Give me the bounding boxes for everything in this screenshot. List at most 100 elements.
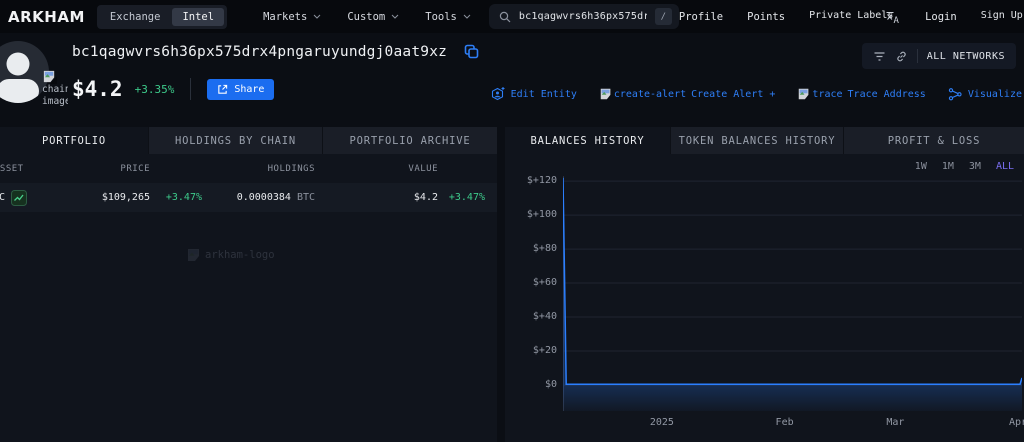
- exchange-toggle-button[interactable]: Exchange: [100, 8, 171, 26]
- nav-right-links: Profile Points Private Labels A Login Si…: [679, 9, 1023, 24]
- x-axis-tick-label: Apr: [1009, 417, 1024, 428]
- custom-menu[interactable]: Custom: [347, 11, 399, 23]
- private-labels-link[interactable]: Private Labels: [809, 10, 893, 23]
- nav-menus: Markets Custom Tools: [263, 11, 471, 23]
- translate-icon[interactable]: A: [885, 9, 901, 24]
- x-axis-tick-label: Feb: [775, 417, 794, 428]
- asset-price-change: +3.47%: [165, 192, 202, 203]
- column-header-value[interactable]: VALUE: [315, 164, 438, 174]
- column-header-holdings[interactable]: HOLDINGS: [150, 164, 315, 174]
- trace-address-label: Trace Address: [847, 88, 926, 100]
- y-axis-tick-label: $+80: [532, 243, 557, 255]
- address-header: chain image bc1qagwvrs6h36px575drx4pngar…: [0, 33, 1024, 127]
- edit-entity-label: Edit Entity: [510, 88, 577, 100]
- chevron-down-icon: [313, 14, 321, 19]
- signup-link[interactable]: Sign Up: [981, 10, 1023, 23]
- tools-menu[interactable]: Tools: [425, 11, 471, 23]
- range-1w[interactable]: 1W: [915, 161, 927, 172]
- intel-toggle-button[interactable]: Intel: [172, 7, 225, 26]
- copy-address-button[interactable]: [463, 43, 480, 60]
- chart-x-axis: 2025 Feb Mar Apr: [563, 417, 1024, 433]
- entity-actions: Edit Entity create-alert Create Alert +: [490, 86, 1022, 102]
- markets-menu[interactable]: Markets: [263, 11, 321, 23]
- share-icon: [218, 84, 228, 94]
- exchange-intel-toggle: Exchange Intel: [96, 4, 228, 29]
- y-axis-tick-label: $+100: [526, 209, 557, 221]
- tab-profit-and-loss[interactable]: PROFIT & LOSS: [843, 127, 1024, 154]
- divider: [190, 78, 192, 100]
- chart-plot-area[interactable]: 2025 Feb Mar Apr: [563, 176, 1024, 438]
- trace-icon-alt-text: trace: [812, 88, 843, 100]
- watermark-alt-text: arkham-logo: [205, 249, 275, 261]
- edit-entity-button[interactable]: Edit Entity: [490, 86, 577, 102]
- tools-menu-label: Tools: [425, 10, 457, 23]
- tab-holdings-by-chain[interactable]: HOLDINGS BY CHAIN: [148, 127, 322, 154]
- top-navbar: ARKHAM Exchange Intel Markets Custom Too…: [0, 0, 1024, 33]
- create-alert-button[interactable]: create-alert Create Alert +: [599, 87, 776, 101]
- divider: [916, 49, 918, 63]
- points-link[interactable]: Points: [747, 11, 785, 23]
- broken-image-icon: [799, 88, 812, 101]
- arkham-watermark: arkham-logo: [186, 247, 275, 263]
- time-range-selector: 1W 1M 3M ALL: [505, 154, 1024, 174]
- balances-chart[interactable]: $0 $+20 $+40 $+60 $+80 $+100 $+120 2025 Feb Mar A…: [505, 176, 1024, 438]
- price-chart-icon[interactable]: [11, 189, 28, 206]
- asset-value-change: +3.47%: [448, 192, 485, 203]
- tab-token-balances-history[interactable]: TOKEN BALANCES HISTORY: [670, 127, 843, 154]
- address-title: bc1qagwvrs6h36px575drx4pngaruyundgj0aat9…: [72, 43, 448, 60]
- search-shortcut-badge: /: [654, 8, 672, 25]
- column-header-price[interactable]: PRICE: [34, 164, 150, 174]
- networks-label: ALL NETWORKS: [926, 50, 1005, 62]
- search-icon: [499, 11, 511, 22]
- y-axis-tick-label: $+60: [532, 277, 557, 289]
- visualize-button[interactable]: Visualize: [948, 87, 1022, 102]
- range-3m[interactable]: 3M: [969, 161, 981, 172]
- global-search-bar[interactable]: /: [488, 4, 679, 29]
- create-alert-icon-alt-text: create-alert: [613, 88, 687, 100]
- chevron-down-icon: [463, 14, 471, 19]
- y-axis-tick-label: $+40: [532, 311, 557, 323]
- profile-link[interactable]: Profile: [679, 11, 723, 23]
- tab-portfolio[interactable]: PORTFOLIO: [0, 127, 148, 154]
- trace-address-button[interactable]: trace Trace Address: [797, 87, 926, 101]
- visualize-graph-icon: [948, 87, 962, 100]
- chevron-down-icon: [391, 14, 399, 19]
- balances-history-panel: BALANCES HISTORY TOKEN BALANCES HISTORY …: [505, 127, 1024, 442]
- y-axis-tick-label: $0: [544, 379, 557, 390]
- x-axis-tick-label: Mar: [886, 417, 905, 428]
- range-all[interactable]: ALL: [996, 161, 1014, 172]
- column-header-asset[interactable]: ASSET: [0, 164, 34, 174]
- table-row[interactable]: BTC $109,265 +3.47% 0.0000384 BTC $4.2 +…: [0, 183, 497, 212]
- balance-usd: $4.2: [72, 77, 123, 101]
- search-input[interactable]: [518, 11, 647, 22]
- all-networks-selector[interactable]: ALL NETWORKS: [861, 43, 1016, 69]
- x-axis-tick-label: 2025: [649, 417, 674, 428]
- custom-menu-label: Custom: [347, 10, 386, 23]
- asset-price: $109,265: [101, 192, 150, 203]
- asset-value: $4.2: [413, 192, 438, 203]
- create-alert-label: Create Alert +: [691, 88, 776, 100]
- markets-menu-label: Markets: [263, 10, 308, 23]
- arkham-app: ARKHAM Exchange Intel Markets Custom Too…: [0, 0, 1024, 442]
- balance-change-badge: +3.35%: [134, 82, 175, 96]
- range-1m[interactable]: 1M: [942, 161, 954, 172]
- main-content: PORTFOLIO HOLDINGS BY CHAIN PORTFOLIO AR…: [0, 127, 1024, 442]
- history-tabs: BALANCES HISTORY TOKEN BALANCES HISTORY …: [505, 127, 1024, 154]
- filter-icon[interactable]: [873, 51, 886, 62]
- share-button[interactable]: Share: [207, 78, 275, 100]
- portfolio-tabs: PORTFOLIO HOLDINGS BY CHAIN PORTFOLIO AR…: [0, 127, 497, 154]
- tab-balances-history[interactable]: BALANCES HISTORY: [505, 127, 670, 154]
- login-link[interactable]: Login: [925, 11, 957, 23]
- visualize-label: Visualize: [967, 88, 1022, 100]
- balance-area-chart[interactable]: [563, 176, 1022, 411]
- broken-image-icon: [188, 249, 202, 263]
- asset-symbol[interactable]: BTC: [0, 192, 5, 203]
- portfolio-table-header: ASSET PRICE HOLDINGS VALUE: [0, 164, 497, 174]
- tab-portfolio-archive[interactable]: PORTFOLIO ARCHIVE: [322, 127, 497, 154]
- arkham-logo[interactable]: ARKHAM: [8, 8, 85, 26]
- y-axis-tick-label: $+20: [532, 345, 557, 357]
- asset-holdings: 0.0000384 BTC: [202, 192, 315, 203]
- link-icon[interactable]: [895, 50, 908, 63]
- chart-y-axis: $0 $+20 $+40 $+60 $+80 $+100 $+120: [505, 176, 563, 411]
- chain-image-broken: chain image: [42, 69, 70, 109]
